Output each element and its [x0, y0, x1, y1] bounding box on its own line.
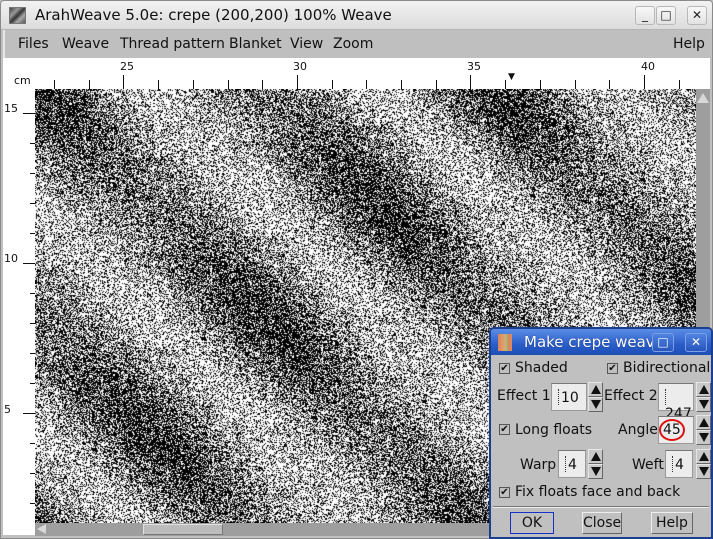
horizontal-scroll-thumb[interactable]: [143, 524, 223, 535]
angle-label: Angle: [618, 422, 658, 438]
ruler-tick: [332, 80, 333, 89]
ruler-tick: [470, 75, 471, 89]
ruler-tick: [540, 80, 541, 89]
dialog-title-bar[interactable]: Make crepe weave □ ✕: [491, 329, 711, 355]
shaded-checkbox[interactable]: ✔: [499, 363, 510, 374]
close-dialog-button[interactable]: Close: [582, 512, 622, 534]
vertical-ruler: 15 10 5: [3, 89, 35, 535]
weft-down-arrow-icon[interactable]: [696, 464, 711, 479]
ruler-label-40: 40: [641, 60, 655, 73]
weft-up-arrow-icon[interactable]: [696, 449, 711, 464]
angle-spinner[interactable]: [696, 415, 711, 445]
effect2-spinner[interactable]: [696, 382, 711, 412]
effect1-value: 10: [561, 390, 579, 406]
effect1-down-arrow-icon[interactable]: [588, 397, 603, 412]
scroll-left-arrow-icon[interactable]: [37, 524, 46, 534]
menu-bar: Files Weave Thread pattern Blanket View …: [3, 30, 710, 58]
angle-down-arrow-icon[interactable]: [696, 430, 711, 445]
ruler-tick: [262, 80, 263, 89]
ruler-label-35: 35: [467, 60, 481, 73]
menu-help[interactable]: Help: [673, 36, 705, 52]
ruler-tick: [644, 75, 645, 89]
ruler-tick: [505, 80, 506, 89]
warp-up-arrow-icon[interactable]: [588, 449, 603, 464]
ruler-label-30: 30: [293, 60, 307, 73]
angle-highlight-circle: [659, 419, 685, 441]
warp-label: Warp: [520, 457, 557, 473]
dialog-app-icon: [498, 334, 512, 351]
weft-label: Weft: [632, 457, 664, 473]
help-button[interactable]: Help: [651, 512, 693, 534]
fix-floats-label: Fix floats face and back: [515, 484, 681, 500]
ruler-tick: [575, 80, 576, 89]
app-icon: [9, 7, 26, 24]
ok-button[interactable]: OK: [510, 512, 554, 534]
minimize-button[interactable]: _: [635, 6, 655, 25]
weft-input[interactable]: 4: [665, 450, 693, 478]
menu-weave[interactable]: Weave: [62, 36, 109, 52]
menu-zoom[interactable]: Zoom: [333, 36, 373, 52]
horizontal-ruler: cm 25 30 35 40 ▼: [3, 58, 710, 89]
window-title: ArahWeave 5.0e: crepe (200,200) 100% Wea…: [35, 6, 392, 24]
menu-files[interactable]: Files: [18, 36, 49, 52]
make-crepe-weave-dialog: Make crepe weave □ ✕ ✔ Shaded ✔ Bidirect…: [489, 327, 713, 539]
effect1-spinner[interactable]: [588, 382, 603, 412]
ruler-tick: [436, 80, 437, 89]
dialog-separator: [493, 506, 709, 508]
dialog-maximize-button[interactable]: □: [652, 333, 674, 352]
ruler-position-marker[interactable]: ▼: [508, 72, 515, 82]
long-floats-checkbox[interactable]: ✔: [499, 424, 510, 435]
effect2-down-arrow-icon[interactable]: [696, 397, 711, 412]
ruler-unit-label: cm: [14, 74, 31, 87]
ruler-tick: [89, 80, 90, 89]
warp-value: 4: [568, 457, 577, 473]
maximize-button[interactable]: □: [656, 6, 676, 25]
ruler-tick: [401, 80, 402, 89]
dialog-body: ✔ Shaded ✔ Bidirectional Effect 1 10 Eff…: [493, 356, 711, 506]
ruler-tick: [679, 80, 680, 89]
angle-up-arrow-icon[interactable]: [696, 415, 711, 430]
scroll-up-arrow-icon[interactable]: [697, 93, 709, 103]
effect2-input[interactable]: 247: [658, 383, 694, 422]
bidirectional-label: Bidirectional: [623, 360, 711, 376]
ruler-tick: [228, 80, 229, 89]
weft-spinner[interactable]: [696, 449, 711, 479]
ruler-tick: [23, 113, 35, 114]
effect1-label: Effect 1: [497, 388, 551, 404]
dialog-title: Make crepe weave: [524, 333, 664, 351]
ruler-tick: [23, 413, 35, 414]
ruler-tick: [123, 75, 124, 89]
menu-view[interactable]: View: [290, 36, 323, 52]
weft-value: 4: [675, 457, 684, 473]
dialog-close-button[interactable]: ✕: [685, 333, 707, 352]
ruler-label-10: 10: [4, 252, 18, 265]
warp-input[interactable]: 4: [558, 450, 586, 478]
menu-thread-pattern[interactable]: Thread pattern: [120, 36, 225, 52]
fix-floats-checkbox[interactable]: ✔: [499, 487, 510, 498]
ruler-tick: [193, 80, 194, 89]
long-floats-label: Long floats: [515, 422, 593, 438]
ruler-tick: [23, 263, 35, 264]
ruler-label-15: 15: [4, 102, 18, 115]
effect2-label: Effect 2: [604, 388, 658, 404]
shaded-label: Shaded: [515, 360, 568, 376]
ruler-label-5: 5: [4, 403, 11, 416]
effect2-up-arrow-icon[interactable]: [696, 382, 711, 397]
warp-spinner[interactable]: [588, 449, 603, 479]
title-bar[interactable]: ArahWeave 5.0e: crepe (200,200) 100% Wea…: [1, 1, 712, 30]
close-button[interactable]: ✕: [687, 6, 707, 25]
ruler-label-25: 25: [120, 60, 134, 73]
ruler-tick: [366, 80, 367, 89]
warp-down-arrow-icon[interactable]: [588, 464, 603, 479]
effect1-input[interactable]: 10: [551, 383, 587, 411]
effect1-up-arrow-icon[interactable]: [588, 382, 603, 397]
menu-blanket[interactable]: Blanket: [229, 36, 282, 52]
ruler-tick: [158, 80, 159, 89]
ruler-tick: [54, 80, 55, 89]
bidirectional-checkbox[interactable]: ✔: [607, 363, 618, 374]
ruler-tick: [297, 75, 298, 89]
ruler-tick: [609, 80, 610, 89]
